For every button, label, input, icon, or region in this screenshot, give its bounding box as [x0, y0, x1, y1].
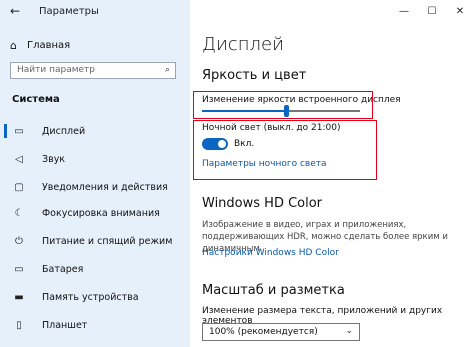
search-icon: ⌕ — [164, 65, 170, 75]
scrollbar[interactable] — [468, 24, 474, 347]
scale-dropdown-value: 100% (рекомендуется) — [209, 327, 318, 337]
section-title: Система — [12, 94, 60, 105]
maximize-button[interactable]: ☐ — [418, 0, 446, 24]
sidebar-item-label: Уведомления и действия — [42, 181, 168, 193]
home-icon: ⌂ — [10, 38, 17, 52]
window-controls: — ☐ ✕ — [390, 0, 474, 24]
power-icon: ⏻ — [15, 235, 23, 247]
sidebar-item-notifications[interactable]: ▢ Уведомления и действия — [0, 176, 190, 198]
sidebar-item-display[interactable]: ▭ Дисплей — [0, 120, 190, 142]
home-label: Главная — [26, 39, 71, 51]
sidebar-item-label: Звук — [42, 153, 66, 165]
speaker-icon: ◁ — [15, 153, 23, 165]
monitor-icon: ▭ — [14, 125, 24, 137]
sidebar-item-label: Батарея — [42, 263, 84, 275]
sidebar-item-battery[interactable]: ▭ Батарея — [0, 258, 190, 280]
sidebar-item-sound[interactable]: ◁ Звук — [0, 148, 190, 170]
sidebar-item-tablet[interactable]: ▯ Планшет — [0, 314, 190, 336]
search-input[interactable]: Найти параметр ⌕ — [10, 62, 176, 79]
highlight-box-night-light — [193, 120, 377, 180]
storage-icon: ▬ — [14, 291, 24, 303]
chevron-down-icon: ⌄ — [345, 326, 353, 336]
brightness-section-title: Яркость и цвет — [202, 68, 307, 83]
page-title: Дисплей — [202, 34, 284, 55]
title-bar: ← Параметры — [0, 0, 190, 24]
moon-icon: ☾ — [14, 207, 24, 219]
notification-icon: ▢ — [14, 181, 24, 193]
settings-window: ← Параметры ⌂ Главная Найти параметр ⌕ С… — [0, 0, 474, 347]
main-pane: — ☐ ✕ Дисплей Яркость и цвет Изменение я… — [190, 0, 474, 347]
battery-icon: ▭ — [14, 263, 24, 275]
sidebar: ← Параметры ⌂ Главная Найти параметр ⌕ С… — [0, 0, 190, 347]
hdr-section-title: Windows HD Color — [202, 196, 323, 211]
sidebar-item-label: Планшет — [42, 319, 88, 331]
scale-dropdown[interactable]: 100% (рекомендуется) ⌄ — [202, 323, 360, 341]
sidebar-item-label: Дисплей — [42, 125, 86, 137]
highlight-box-brightness — [193, 91, 373, 119]
back-arrow-icon[interactable]: ← — [10, 4, 20, 18]
search-placeholder: Найти параметр — [17, 65, 95, 75]
app-title: Параметры — [39, 6, 99, 17]
sidebar-item-focus[interactable]: ☾ Фокусировка внимания — [0, 202, 190, 224]
sidebar-item-label: Питание и спящий режим — [42, 235, 173, 247]
scale-section-title: Масштаб и разметка — [202, 283, 345, 298]
sidebar-item-label: Фокусировка внимания — [42, 207, 160, 219]
sidebar-item-power[interactable]: ⏻ Питание и спящий режим — [0, 230, 190, 252]
sidebar-item-storage[interactable]: ▬ Память устройства — [0, 286, 190, 308]
sidebar-item-home[interactable]: ⌂ Главная — [10, 38, 70, 52]
hdr-settings-link[interactable]: Настройки Windows HD Color — [202, 248, 339, 258]
close-button[interactable]: ✕ — [446, 0, 474, 24]
tablet-icon: ▯ — [16, 319, 22, 331]
sidebar-item-label: Память устройства — [42, 291, 139, 303]
minimize-button[interactable]: — — [390, 0, 418, 24]
